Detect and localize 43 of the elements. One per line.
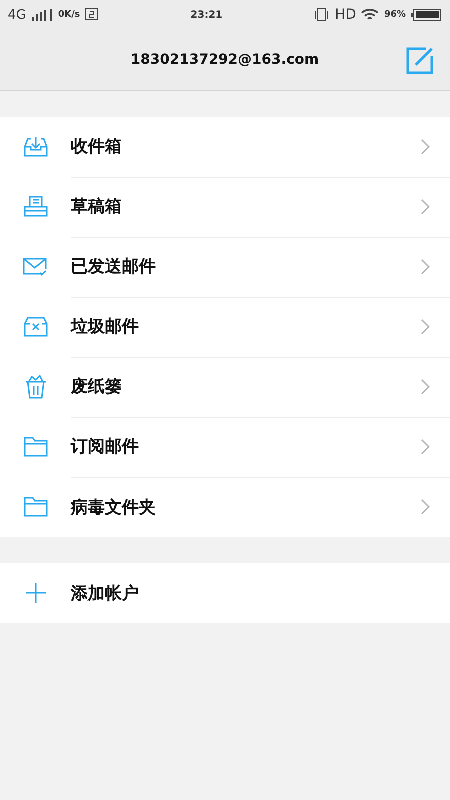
add-account-row[interactable]: 添加帐户 [0,563,450,623]
chevron-icon [420,198,430,214]
chevron-icon [420,499,430,515]
folder-row[interactable]: 垃圾邮件 [0,297,450,357]
compose-button[interactable] [406,47,434,75]
network-type: 4G [8,8,26,22]
folder-icon [22,496,48,518]
folder-row[interactable]: 已发送邮件 [0,237,450,297]
folder-row[interactable]: 病毒文件夹 [0,477,450,537]
folder-icon [22,436,48,458]
trash-icon [24,374,48,400]
battery-icon [411,9,442,21]
plus-icon [24,582,46,604]
folder-row[interactable]: 收件箱 [0,117,450,177]
account-email: 18302137292@163.com [130,52,320,68]
folder-row[interactable]: 废纸篓 [0,357,450,417]
envelope-check-icon [22,256,48,278]
screenshot-icon [85,8,100,22]
chevron-icon [420,318,430,334]
chevron-icon [420,378,430,394]
hd-label: HD [335,7,356,23]
signal-icon [31,9,54,21]
chevron-icon [420,438,430,454]
folder-name: 收件箱 [71,136,123,158]
folder-row[interactable]: 草稿箱 [0,177,450,237]
network-speed: 0K/s [58,10,80,20]
battery-percent: 96% [384,10,406,20]
folder-name: 垃圾邮件 [71,316,140,338]
folder-name: 废纸篓 [71,376,123,398]
folder-name: 已发送邮件 [71,256,157,278]
vibrate-icon [314,8,330,22]
add-account-label: 添加帐户 [71,582,140,604]
chevron-icon [420,138,430,154]
folder-name: 草稿箱 [71,196,123,218]
chevron-icon [420,258,430,274]
clock: 23:21 [190,10,223,20]
folder-name: 病毒文件夹 [71,496,157,518]
tray-icon [22,195,48,219]
folder-row[interactable]: 订阅邮件 [0,417,450,477]
inbox-icon [22,135,48,159]
tray-x-icon [22,316,48,338]
folder-name: 订阅邮件 [71,436,140,458]
wifi-icon [361,8,380,22]
